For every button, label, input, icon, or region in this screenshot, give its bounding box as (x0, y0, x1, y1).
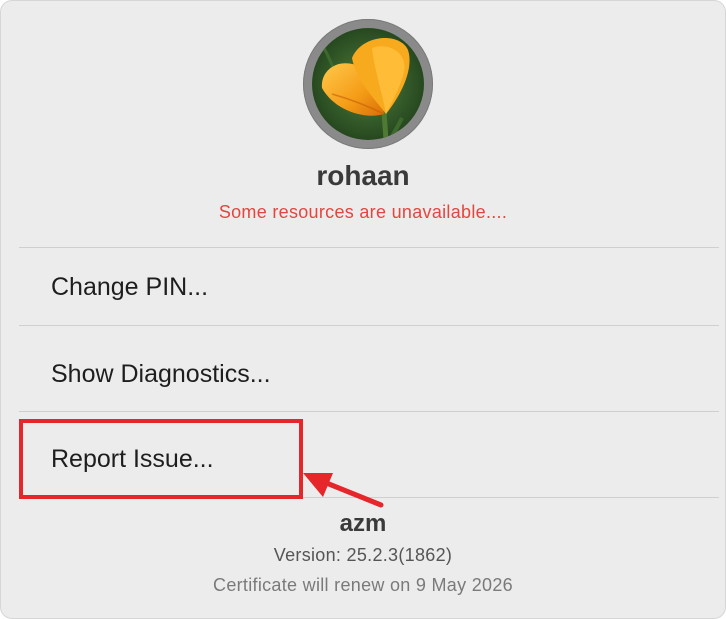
divider (19, 411, 719, 412)
flower-photo-icon (312, 28, 424, 140)
user-name: rohaan (316, 160, 410, 191)
change-pin-menu-item[interactable]: Change PIN... (51, 273, 208, 302)
account-menu-panel: rohaan Some resources are unavailable...… (0, 0, 726, 619)
app-name: azm (339, 510, 387, 537)
avatar (303, 19, 433, 149)
annotation-arrow-icon (303, 473, 384, 508)
divider (19, 247, 719, 248)
show-diagnostics-menu-item[interactable]: Show Diagnostics... (51, 360, 271, 389)
certificate-renewal-text: Certificate will renew on 9 May 2026 (213, 575, 513, 595)
status-message: Some resources are unavailable.... (218, 202, 508, 222)
divider (19, 325, 719, 326)
version-text: Version: 25.2.3(1862) (273, 545, 453, 565)
annotation-highlight-box (19, 419, 303, 499)
